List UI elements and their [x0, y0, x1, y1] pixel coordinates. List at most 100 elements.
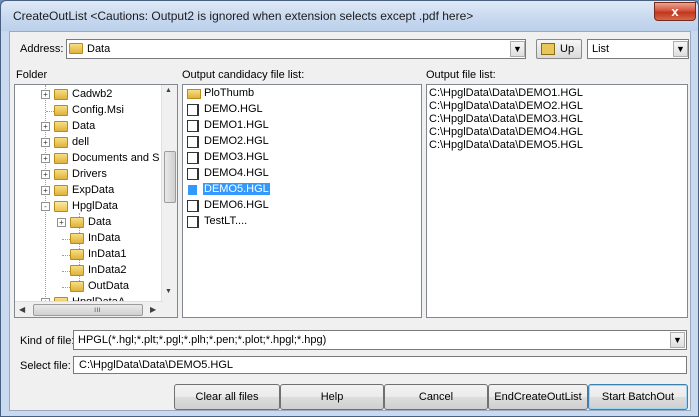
folder-tree-label: Data [88, 216, 112, 228]
folder-tree[interactable]: + Cadwb2 Config.Msi + Data + dell + Documents an… [14, 84, 178, 318]
file-icon [187, 168, 199, 180]
file-icon [187, 216, 199, 228]
title-bar[interactable]: CreateOutList <Cautions: Output2 is igno… [1, 1, 698, 31]
candidate-file-label: DEMO1.HGL [204, 119, 269, 131]
expand-icon[interactable]: + [41, 186, 50, 195]
folder-tree-item[interactable]: + Data [15, 119, 161, 135]
candidate-file-item[interactable]: PloThumb [185, 86, 415, 102]
folder-vertical-scrollbar[interactable]: ▲ ▼ [161, 85, 177, 317]
folder-tree-label: dell [72, 136, 90, 148]
candidate-file-item[interactable]: DEMO2.HGL [185, 134, 415, 150]
folder-tree-label: Config.Msi [72, 104, 124, 116]
expand-icon[interactable]: + [41, 170, 50, 179]
output-file-item[interactable]: C:\HpglData\Data\DEMO3.HGL [429, 113, 583, 125]
clear-all-files-button[interactable]: Clear all files [174, 384, 280, 410]
folder-tree-item[interactable]: + Cadwb2 [15, 87, 161, 103]
folder-tree-label: HpglData [72, 200, 118, 212]
folder-tree-item[interactable]: + Data [15, 215, 161, 231]
expand-icon[interactable]: + [41, 154, 50, 163]
file-icon [187, 120, 199, 132]
folder-tree-item[interactable]: + Documents and S [15, 151, 161, 167]
expand-icon[interactable]: + [57, 218, 66, 227]
view-mode-select[interactable]: List ▼ [587, 39, 689, 59]
output-file-item[interactable]: C:\HpglData\Data\DEMO1.HGL [429, 87, 583, 99]
candidate-file-item[interactable]: DEMO6.HGL [185, 198, 415, 214]
kind-of-file-select[interactable]: HPGL(*.hgl;*.plt;*.pgl;*.plh;*.pen;*.plo… [73, 330, 687, 350]
select-file-value: C:\HpglData\Data\DEMO5.HGL [79, 359, 234, 371]
folder-tree-label: Data [72, 120, 96, 132]
scroll-up-arrow-icon[interactable]: ▲ [165, 87, 172, 94]
chevron-down-icon[interactable]: ▼ [673, 41, 688, 57]
output-file-item[interactable]: C:\HpglData\Data\DEMO2.HGL [429, 100, 583, 112]
folder-icon [54, 185, 68, 196]
chevron-down-icon[interactable]: ▼ [670, 332, 685, 348]
candidate-file-label: DEMO5.HGL [203, 183, 270, 195]
candidate-file-item[interactable]: DEMO5.HGL [185, 182, 415, 198]
candidate-file-label: PloThumb [204, 87, 255, 99]
candidate-file-item[interactable]: DEMO4.HGL [185, 166, 415, 182]
cancel-button[interactable]: Cancel [384, 384, 488, 410]
select-file-input[interactable]: C:\HpglData\Data\DEMO5.HGL [73, 356, 687, 374]
folder-tree-item[interactable]: + Drivers [15, 167, 161, 183]
create-out-list-window: CreateOutList <Cautions: Output2 is igno… [0, 0, 699, 417]
expand-icon[interactable]: + [41, 90, 50, 99]
output-file-list[interactable]: C:\HpglData\Data\DEMO1.HGL C:\HpglData\Da… [426, 84, 688, 318]
folder-icon [70, 233, 84, 244]
tree-line [46, 111, 54, 112]
folder-up-icon [541, 43, 555, 55]
folder-tree-label: ExpData [72, 184, 115, 196]
up-button-label: Up [560, 43, 575, 55]
close-button[interactable]: x [654, 2, 696, 21]
start-batch-out-button[interactable]: Start BatchOut [588, 384, 688, 410]
chevron-down-icon[interactable]: ▼ [510, 41, 525, 57]
folder-tree-item[interactable]: InData1 [15, 247, 161, 263]
end-create-out-list-button[interactable]: EndCreateOutList [488, 384, 588, 410]
kind-of-file-value: HPGL(*.hgl;*.plt;*.pgl;*.plh;*.pen;*.plo… [78, 334, 327, 346]
candidate-file-item[interactable]: DEMO.HGL [185, 102, 415, 118]
address-combobox[interactable]: Data ▼ [66, 39, 526, 59]
select-file-label: Select file: [20, 360, 71, 372]
folder-tree-item[interactable]: Config.Msi [15, 103, 161, 119]
output-file-item[interactable]: C:\HpglData\Data\DEMO4.HGL [429, 126, 583, 138]
scroll-right-arrow-icon[interactable]: ▶ [150, 305, 156, 314]
folder-icon [54, 105, 68, 116]
expand-icon[interactable]: + [41, 122, 50, 131]
folder-tree-label: Drivers [72, 168, 107, 180]
folder-tree-item[interactable]: InData2 [15, 263, 161, 279]
view-mode-value: List [592, 43, 610, 55]
file-icon [187, 200, 199, 212]
candidate-file-label: TestLT.... [204, 215, 248, 227]
help-button[interactable]: Help [280, 384, 384, 410]
candidate-file-item[interactable]: TestLT.... [185, 214, 415, 230]
expand-icon[interactable]: + [41, 138, 50, 147]
folder-tree-item[interactable]: + ExpData [15, 183, 161, 199]
folder-tree-item[interactable]: - HpglData [15, 199, 161, 215]
scrollbar-grip-icon: ııı [94, 305, 101, 314]
candidate-file-item[interactable]: DEMO1.HGL [185, 118, 415, 134]
output-list-header: Output file list: [426, 69, 496, 81]
folder-tree-label: InData1 [88, 248, 127, 260]
folder-tree-item[interactable]: OutData [15, 279, 161, 295]
tree-line [62, 239, 70, 240]
output-file-item[interactable]: C:\HpglData\Data\DEMO5.HGL [429, 139, 583, 151]
folder-tree-label: OutData [88, 280, 129, 292]
address-bar: Address: Data ▼ Up List ▼ [10, 38, 690, 60]
scrollbar-thumb[interactable] [164, 151, 176, 203]
address-label: Address: [20, 43, 64, 55]
folder-tree-item[interactable]: + dell [15, 135, 161, 151]
folder-tree-label: Cadwb2 [72, 88, 113, 100]
scroll-down-arrow-icon[interactable]: ▼ [165, 288, 172, 295]
scroll-left-arrow-icon[interactable]: ◀ [19, 305, 25, 314]
folder-icon [54, 89, 68, 100]
candidate-file-list[interactable]: PloThumb DEMO.HGL DEMO1.HGL DEMO2.HGL DEMO3.… [182, 84, 422, 318]
collapse-icon[interactable]: - [41, 202, 50, 211]
scrollbar-thumb[interactable]: ııı [33, 304, 143, 316]
folder-tree-item[interactable]: InData [15, 231, 161, 247]
candidate-file-item[interactable]: DEMO3.HGL [185, 150, 415, 166]
up-folder-button[interactable]: Up [536, 39, 582, 59]
folder-icon [187, 89, 201, 99]
folder-icon [69, 43, 83, 54]
tree-line [62, 271, 70, 272]
folder-horizontal-scrollbar[interactable]: ◀ ııı ▶ [15, 301, 163, 317]
kind-of-file-label: Kind of file: [20, 335, 75, 347]
